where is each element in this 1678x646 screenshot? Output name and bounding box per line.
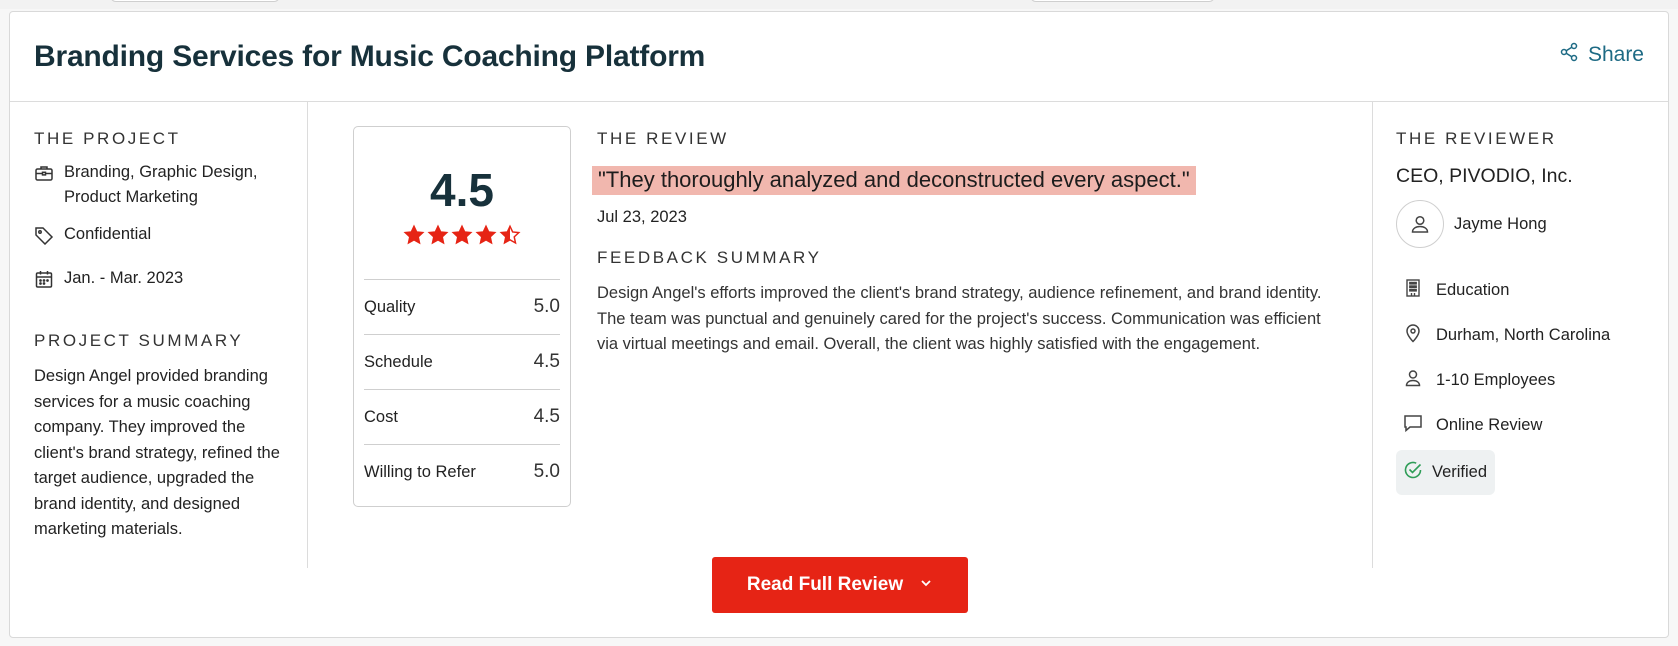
feedback-summary-text: Design Angel's efforts improved the clie… (597, 284, 1322, 353)
share-button[interactable]: Share (1559, 42, 1644, 68)
project-summary-text: Design Angel provided branding services … (34, 367, 280, 538)
building-icon (1403, 278, 1423, 303)
reviewer-name: Jayme Hong (1454, 214, 1547, 233)
star-full-icon (427, 224, 449, 245)
star-full-icon (403, 224, 425, 245)
read-full-review-button[interactable]: Read Full Review (712, 557, 968, 613)
star-full-icon (475, 224, 497, 245)
reviewer-person: Jayme Hong (1396, 200, 1656, 248)
check-circle-icon (1403, 460, 1423, 485)
person-icon (1403, 368, 1423, 393)
reviewer-title: CEO, PIVODIO, Inc. (1396, 165, 1573, 187)
budget-text: Confidential (64, 225, 152, 243)
industry-text: Education (1436, 281, 1510, 299)
overall-rating: 4.5 (430, 164, 494, 216)
rating-label: Quality (364, 297, 416, 316)
reviewer-info-list: Education Durham, North Carolina 1-10 Em… (1396, 268, 1656, 495)
review-title: Branding Services for Music Coaching Pla… (34, 40, 706, 73)
top-tab-edge[interactable] (110, 0, 280, 2)
top-strip (0, 0, 1678, 9)
rating-value: 4.5 (533, 406, 560, 427)
share-icon (1559, 42, 1579, 68)
rating-row-quality: Quality 5.0 (364, 279, 560, 334)
top-tab-edge[interactable] (1030, 0, 1215, 2)
project-section-label: THE PROJECT (34, 129, 181, 148)
review-date: Jul 23, 2023 (597, 208, 687, 226)
reviewer-review-type: Online Review (1396, 403, 1656, 448)
card-header: Branding Services for Music Coaching Pla… (10, 12, 1668, 102)
project-dates: Jan. - Mar. 2023 (34, 266, 314, 297)
location-pin-icon (1403, 323, 1423, 348)
verified-label: Verified (1432, 463, 1488, 481)
review-card: Branding Services for Music Coaching Pla… (9, 11, 1669, 638)
ratings-box: 4.5 Quality 5.0 Schedule 4.5 Cost 4.5 Wi… (353, 126, 571, 507)
rating-row-cost: Cost 4.5 (364, 389, 560, 444)
share-label: Share (1587, 43, 1644, 66)
dates-text: Jan. - Mar. 2023 (64, 269, 184, 287)
reviewer-section-label: THE REVIEWER (1396, 129, 1557, 148)
rating-label: Willing to Refer (364, 462, 476, 481)
review-type-text: Online Review (1436, 416, 1543, 434)
project-budget: Confidential (34, 222, 314, 253)
user-icon (1411, 215, 1429, 233)
briefcase-icon (34, 160, 54, 191)
chevron-down-icon (919, 574, 933, 596)
project-services: Branding, Graphic Design, Product Market… (34, 160, 314, 210)
project-summary-label: PROJECT SUMMARY (34, 331, 244, 350)
column-divider (1372, 102, 1373, 568)
feedback-summary-label: FEEDBACK SUMMARY (597, 248, 822, 267)
reviewer-company-size: 1-10 Employees (1396, 358, 1656, 403)
project-column: THE PROJECT Branding, Graphic Design, Pr… (34, 129, 314, 543)
review-quote: "They thoroughly analyzed and deconstruc… (592, 166, 1196, 195)
review-section-label: THE REVIEW (597, 129, 729, 148)
reviewer-column: THE REVIEWER CEO, PIVODIO, Inc. Jayme Ho… (1396, 129, 1656, 495)
chat-bubble-icon (1403, 413, 1423, 438)
star-full-icon (451, 224, 473, 245)
tag-icon (34, 222, 54, 253)
rating-row-refer: Willing to Refer 5.0 (364, 444, 560, 499)
services-text: Branding, Graphic Design, Product Market… (64, 163, 258, 206)
star-half-icon (499, 224, 521, 245)
rating-row-schedule: Schedule 4.5 (364, 334, 560, 389)
rating-label: Schedule (364, 352, 433, 371)
location-text: Durham, North Carolina (1436, 326, 1611, 344)
star-rating (354, 224, 570, 246)
reviewer-location: Durham, North Carolina (1396, 313, 1656, 358)
avatar (1396, 200, 1444, 248)
review-column: THE REVIEW "They thoroughly analyzed and… (592, 129, 1337, 358)
calendar-icon (34, 266, 54, 297)
company-size-text: 1-10 Employees (1436, 371, 1556, 389)
rating-value: 5.0 (533, 296, 560, 317)
reviewer-industry: Education (1396, 268, 1656, 313)
verified-badge: Verified (1396, 450, 1496, 495)
rating-value: 5.0 (533, 461, 560, 482)
rating-value: 4.5 (533, 351, 560, 372)
rating-label: Cost (364, 407, 398, 426)
read-full-review-label: Read Full Review (746, 574, 904, 595)
